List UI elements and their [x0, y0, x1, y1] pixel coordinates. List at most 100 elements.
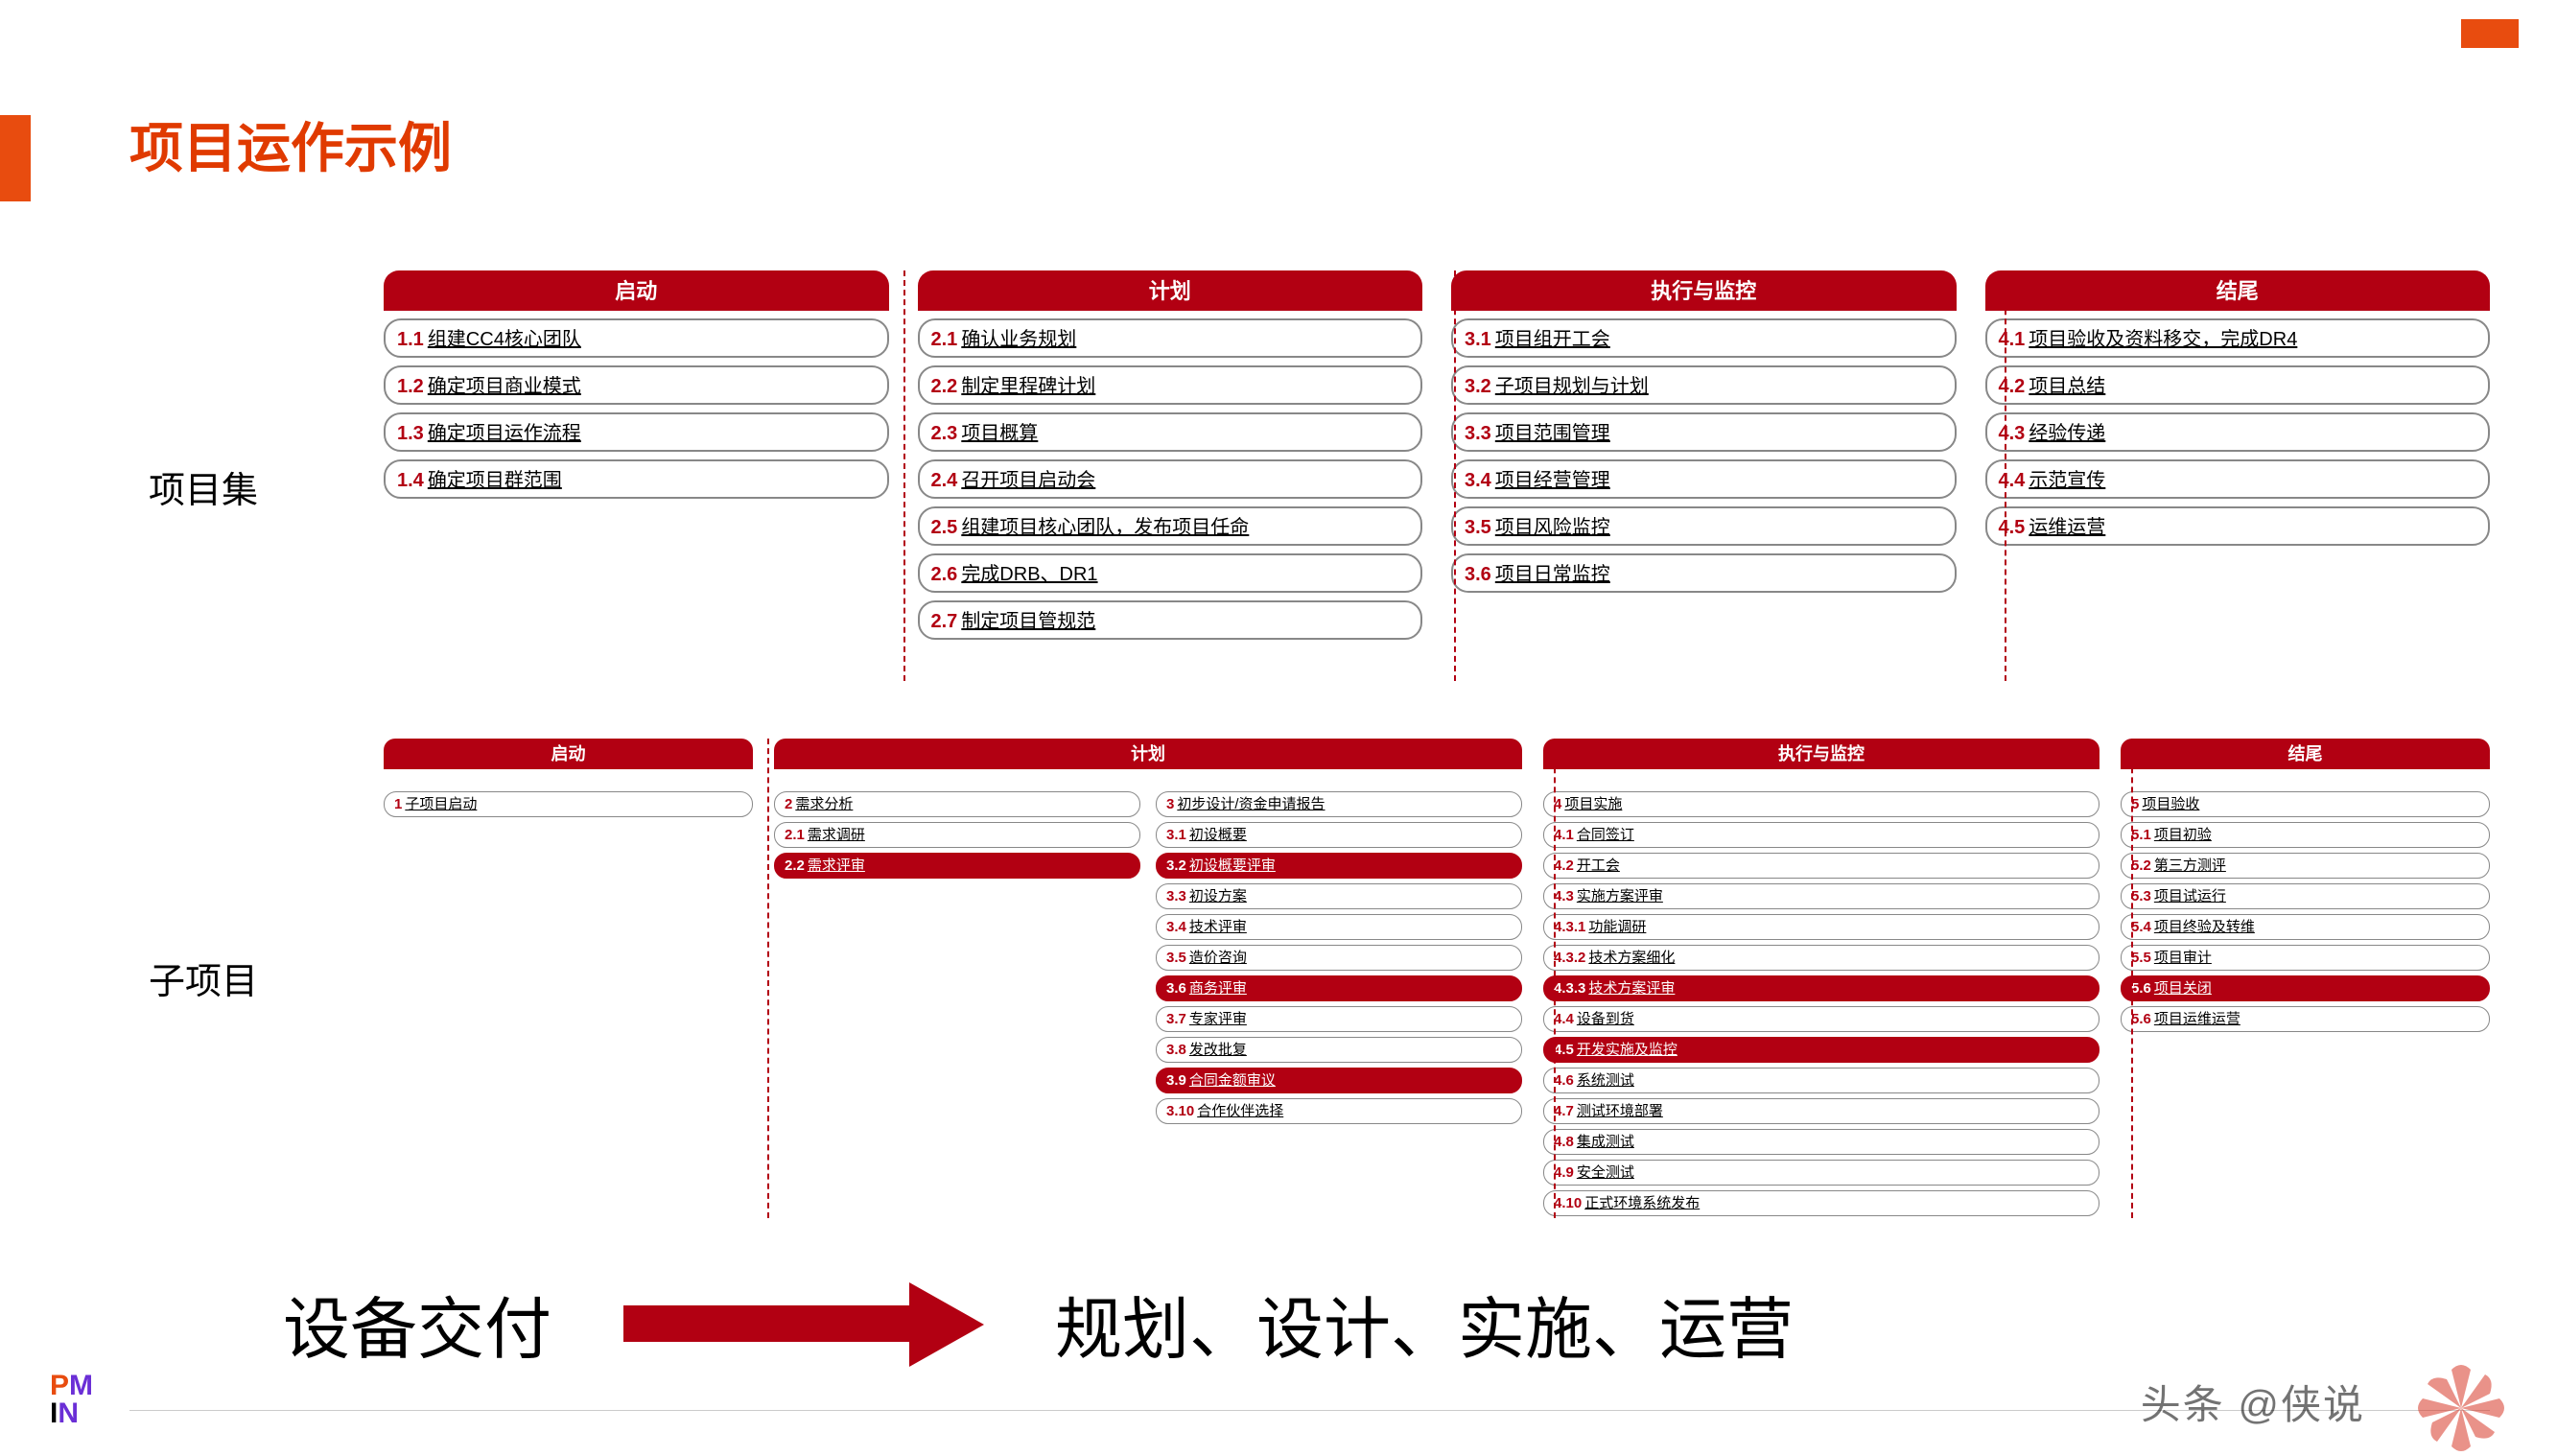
divider — [1454, 270, 1456, 681]
phase-header: 执行与监控 — [1543, 739, 2100, 769]
huawei-logo — [2413, 1360, 2509, 1456]
task-card-small: 5项目验收 — [2121, 791, 2490, 817]
footer-divider — [129, 1410, 2490, 1411]
task-card-small: 4.10正式环境系统发布 — [1543, 1190, 2100, 1216]
task-card: 3.2子项目规划与计划 — [1451, 365, 1957, 405]
task-card-small: 1子项目启动 — [384, 791, 753, 817]
sub-column: 计划 2需求分析 2.1需求调研 2.2需求评审 3初步设计/资金申请报告 3.1初设概要… — [774, 739, 1522, 1221]
divider — [2005, 270, 2006, 681]
sub-subcolumn: 4项目实施 4.1合同签订 4.2开工会 4.3实施方案评审 4.3.1功能调研 4.3.… — [1543, 791, 2100, 1221]
phase-header: 执行与监控 — [1451, 270, 1957, 311]
arrow-icon — [623, 1290, 988, 1357]
watermark: 头条 @侠说 — [2141, 1373, 2365, 1431]
task-card-small: 3.2初设概要评审 — [1156, 853, 1522, 879]
task-card-small: 3.5造价咨询 — [1156, 945, 1522, 971]
task-card-small: 5.1项目初验 — [2121, 822, 2490, 848]
left-accent-bar — [0, 115, 31, 201]
phase-header: 启动 — [384, 739, 753, 769]
task-card-small: 4项目实施 — [1543, 791, 2100, 817]
task-card-small: 4.1合同签订 — [1543, 822, 2100, 848]
task-card: 3.4项目经营管理 — [1451, 459, 1957, 499]
phase-header: 结尾 — [1985, 270, 2491, 311]
task-card-small: 4.7测试环境部署 — [1543, 1098, 2100, 1124]
task-card: 1.2确定项目商业模式 — [384, 365, 889, 405]
task-card: 2.2制定里程碑计划 — [918, 365, 1423, 405]
task-card-small: 4.2开工会 — [1543, 853, 2100, 879]
task-card-small: 3.10合作伙伴选择 — [1156, 1098, 1522, 1124]
task-card-small: 4.6系统测试 — [1543, 1068, 2100, 1093]
task-card-small: 4.4设备到货 — [1543, 1006, 2100, 1032]
sub-column: 启动 1子项目启动 — [384, 739, 753, 1221]
phase-header: 结尾 — [2121, 739, 2490, 769]
divider — [2131, 739, 2133, 1218]
task-card: 4.2项目总结 — [1985, 365, 2491, 405]
task-card-small: 4.5开发实施及监控 — [1543, 1037, 2100, 1063]
task-card-small: 5.4项目终验及转维 — [2121, 914, 2490, 940]
program-column: 计划 2.1确认业务规划 2.2制定里程碑计划 2.3项目概算 2.4召开项目启动会 2.… — [918, 270, 1423, 647]
sub-subcolumn: 1子项目启动 — [384, 791, 753, 822]
pmi-logo: PMIN — [50, 1373, 93, 1427]
sub-column: 执行与监控 4项目实施 4.1合同签订 4.2开工会 4.3实施方案评审 4.3.1功能调… — [1543, 739, 2100, 1221]
divider — [767, 739, 769, 1218]
top-accent-bar — [2461, 19, 2519, 48]
sub-subcolumn: 3初步设计/资金申请报告 3.1初设概要 3.2初设概要评审 3.3初设方案 3.4技术… — [1156, 791, 1522, 1129]
task-card-small: 3.6商务评审 — [1156, 975, 1522, 1001]
sub-column: 结尾 5项目验收 5.1项目初验 5.2第三方测评 5.3项目试运行 5.4项目终验及转维… — [2121, 739, 2490, 1221]
task-card-small: 5.6项目关闭 — [2121, 975, 2490, 1001]
task-card-small: 3.9合同金额审议 — [1156, 1068, 1522, 1093]
task-card-small: 2.2需求评审 — [774, 853, 1140, 879]
subproject-row: 启动 1子项目启动计划 2需求分析 2.1需求调研 2.2需求评审 3初步设计/资金申请报… — [384, 739, 2490, 1221]
task-card: 1.1组建CC4核心团队 — [384, 318, 889, 358]
task-card: 4.4示范宣传 — [1985, 459, 2491, 499]
task-card: 2.3项目概算 — [918, 412, 1423, 452]
task-card: 3.6项目日常监控 — [1451, 553, 1957, 593]
task-card: 4.5运维运营 — [1985, 506, 2491, 546]
divider — [1554, 739, 1556, 1218]
page-title: 项目运作示例 — [129, 106, 452, 183]
sub-subcolumn: 2需求分析 2.1需求调研 2.2需求评审 — [774, 791, 1140, 1129]
task-card-small: 2需求分析 — [774, 791, 1140, 817]
section-label-sub: 子项目 — [149, 951, 258, 1004]
task-card-small: 5.6项目运维运营 — [2121, 1006, 2490, 1032]
task-card-small: 3.8发改批复 — [1156, 1037, 1522, 1063]
task-card: 1.4确定项目群范围 — [384, 459, 889, 499]
task-card: 3.5项目风险监控 — [1451, 506, 1957, 546]
task-card: 4.3经验传递 — [1985, 412, 2491, 452]
task-card: 2.4召开项目启动会 — [918, 459, 1423, 499]
phase-header: 计划 — [918, 270, 1423, 311]
task-card: 3.1项目组开工会 — [1451, 318, 1957, 358]
program-column: 执行与监控 3.1项目组开工会 3.2子项目规划与计划 3.3项目范围管理 3.4项目经… — [1451, 270, 1957, 647]
task-card-small: 5.2第三方测评 — [2121, 853, 2490, 879]
bottom-left-text: 设备交付 — [283, 1276, 551, 1373]
task-card-small: 4.3.3技术方案评审 — [1543, 975, 2100, 1001]
task-card-small: 4.9安全测试 — [1543, 1160, 2100, 1186]
task-card: 2.1确认业务规划 — [918, 318, 1423, 358]
divider — [903, 270, 905, 681]
task-card-small: 5.5项目审计 — [2121, 945, 2490, 971]
task-card-small: 3初步设计/资金申请报告 — [1156, 791, 1522, 817]
task-card-small: 3.1初设概要 — [1156, 822, 1522, 848]
task-card: 2.6完成DRB、DR1 — [918, 553, 1423, 593]
task-card: 1.3确定项目运作流程 — [384, 412, 889, 452]
task-card: 3.3项目范围管理 — [1451, 412, 1957, 452]
program-column: 启动 1.1组建CC4核心团队 1.2确定项目商业模式 1.3确定项目运作流程 1.4确… — [384, 270, 889, 647]
task-card-small: 5.3项目试运行 — [2121, 883, 2490, 909]
task-card-small: 4.8集成测试 — [1543, 1129, 2100, 1155]
task-card-small: 3.4技术评审 — [1156, 914, 1522, 940]
task-card-small: 4.3.1功能调研 — [1543, 914, 2100, 940]
task-card: 4.1项目验收及资料移交，完成DR4 — [1985, 318, 2491, 358]
phase-header: 计划 — [774, 739, 1522, 769]
task-card-small: 4.3.2技术方案细化 — [1543, 945, 2100, 971]
task-card: 2.7制定项目管规范 — [918, 600, 1423, 640]
program-column: 结尾 4.1项目验收及资料移交，完成DR4 4.2项目总结 4.3经验传递 4.4示范宣… — [1985, 270, 2491, 647]
program-row: 启动 1.1组建CC4核心团队 1.2确定项目商业模式 1.3确定项目运作流程 1.4确… — [384, 270, 2490, 647]
sub-subcolumn: 5项目验收 5.1项目初验 5.2第三方测评 5.3项目试运行 5.4项目终验及转维 5.… — [2121, 791, 2490, 1037]
task-card-small: 2.1需求调研 — [774, 822, 1140, 848]
task-card-small: 4.3实施方案评审 — [1543, 883, 2100, 909]
task-card-small: 3.7专家评审 — [1156, 1006, 1522, 1032]
section-label-program: 项目集 — [149, 460, 258, 513]
bottom-right-text: 规划、设计、实施、运营 — [1055, 1276, 1794, 1373]
task-card: 2.5组建项目核心团队，发布项目任命 — [918, 506, 1423, 546]
task-card-small: 3.3初设方案 — [1156, 883, 1522, 909]
phase-header: 启动 — [384, 270, 889, 311]
